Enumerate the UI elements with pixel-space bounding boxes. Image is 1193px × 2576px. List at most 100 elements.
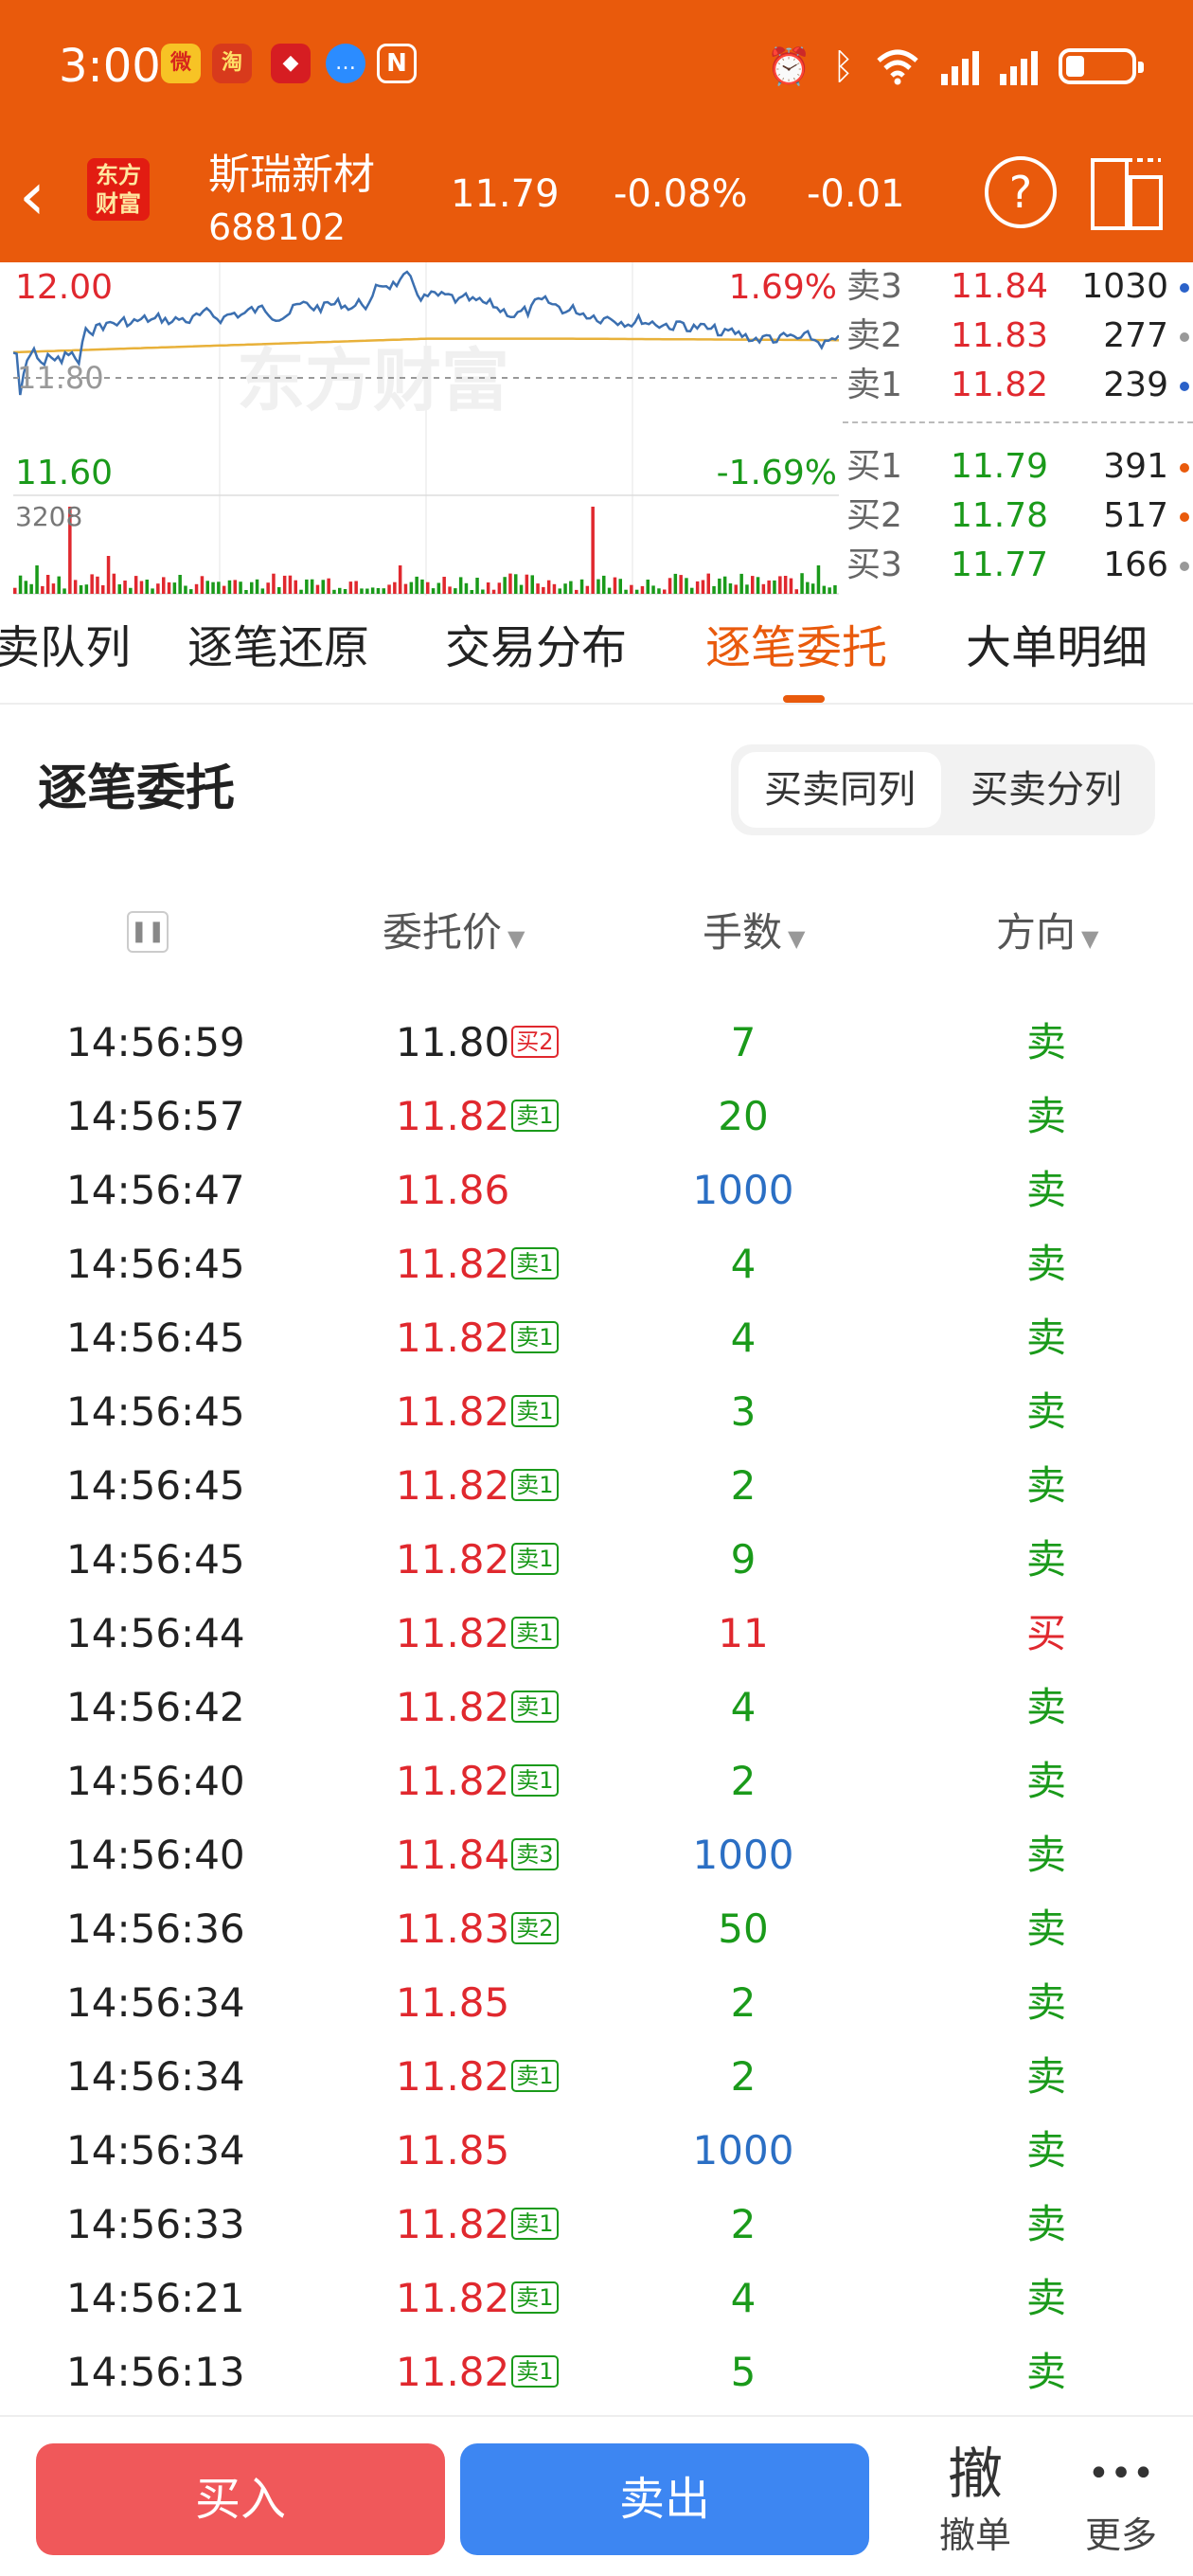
volume-bar	[514, 574, 518, 594]
ask-price: 11.82	[951, 366, 1049, 404]
help-icon[interactable]: ?	[985, 156, 1057, 228]
stock-name: 斯瑞新材	[208, 151, 375, 199]
entrust-price: 11.82 卖1	[396, 1080, 559, 1154]
volume-bar	[756, 577, 760, 594]
back-icon[interactable]: ‹	[19, 158, 76, 234]
entrust-time: 14:56:36	[66, 1905, 245, 1952]
volume-bar	[106, 556, 111, 594]
sort-arrow-icon: ▼	[1081, 925, 1099, 952]
volume-bar	[266, 582, 270, 594]
minute-chart[interactable]: 东方财富 12.00 1.69% 11.80 11.60 -1.69% 3208	[13, 262, 839, 596]
entrust-volume: 11	[718, 1610, 769, 1656]
bid-row-1[interactable]: 买1 11.79 391	[843, 442, 1193, 492]
volume-bar	[591, 507, 595, 594]
bid-row-3[interactable]: 买3 11.77 166	[843, 541, 1193, 590]
intraday-chart[interactable]: 东方财富 12.00 1.69% 11.80 11.60 -1.69% 3208…	[0, 262, 1193, 599]
entrust-row[interactable]: 14:56:42 11.82 卖1 4 卖	[0, 1671, 1193, 1744]
volume-bar	[310, 579, 314, 594]
buy-button[interactable]: 买入	[36, 2443, 445, 2555]
prev-close-label: 11.80	[17, 360, 104, 396]
volume-bar	[673, 573, 678, 594]
more-button[interactable]: ••• 更多	[1064, 2436, 1178, 2559]
volume-bar	[481, 589, 485, 594]
entrust-row[interactable]: 14:56:57 11.82 卖1 20 卖	[0, 1080, 1193, 1154]
entrust-row[interactable]: 14:56:13 11.82 卖1 5 卖	[0, 2335, 1193, 2409]
tab-tick-restore[interactable]: 逐笔还原	[187, 619, 369, 676]
tab-tick-orders[interactable]: 逐笔委托	[705, 619, 887, 676]
volume-bar	[503, 577, 507, 594]
toggle-same-column[interactable]: 买卖同列	[739, 752, 941, 828]
tab-order-queue[interactable]: 买卖队列	[0, 619, 131, 676]
entrust-price-value: 11.82	[396, 1388, 510, 1435]
entrust-row[interactable]: 14:56:45 11.82 卖1 9 卖	[0, 1523, 1193, 1597]
entrust-price: 11.82 卖1	[396, 1597, 559, 1671]
entrust-price-value: 11.82	[396, 1462, 510, 1509]
entrust-list[interactable]: 14:56:59 11.80 买2 7 卖 14:56:57 11.82 卖1 20 卖 14:56…	[0, 1006, 1193, 2409]
entrust-row[interactable]: 14:56:47 11.86 1000 卖	[0, 1154, 1193, 1227]
volume-bar	[184, 585, 187, 594]
entrust-row[interactable]: 14:56:34 11.85 1000 卖	[0, 2114, 1193, 2188]
volume-bar	[722, 576, 727, 594]
entrust-time: 14:56:21	[66, 2275, 245, 2321]
volume-bar	[51, 583, 56, 594]
pause-icon[interactable]: ❚❚	[127, 911, 169, 953]
ask-row-2[interactable]: 卖2 11.83 277	[843, 312, 1193, 361]
sell-button[interactable]: 卖出	[460, 2443, 869, 2555]
toggle-split-column[interactable]: 买卖分列	[945, 752, 1148, 828]
volume-bar	[24, 581, 28, 594]
ask-row-3[interactable]: 卖3 11.84 1030	[843, 262, 1193, 312]
entrust-price: 11.83 卖2	[396, 1892, 559, 1966]
cancel-order-button[interactable]: 撤 撤单	[918, 2436, 1032, 2559]
column-price[interactable]: 委托价 ▼	[383, 900, 525, 972]
entrust-row[interactable]: 14:56:40 11.82 卖1 2 卖	[0, 1744, 1193, 1818]
volume-bar	[491, 589, 496, 594]
entrust-price: 11.82 卖1	[396, 2040, 559, 2114]
tab-large-orders[interactable]: 大单明细	[966, 619, 1148, 676]
volume-bar	[701, 580, 705, 594]
level-tag: 卖1	[511, 1468, 559, 1501]
volume-bar	[123, 581, 127, 594]
entrust-price-value: 11.83	[396, 1905, 510, 1952]
ask-dot	[1180, 382, 1189, 391]
volume-bar	[189, 589, 193, 594]
tab-trade-distribution[interactable]: 交易分布	[445, 619, 627, 676]
entrust-row[interactable]: 14:56:34 11.85 2 卖	[0, 1966, 1193, 2040]
ask-label: 卖1	[846, 366, 902, 404]
bid-row-2[interactable]: 买2 11.78 517	[843, 492, 1193, 541]
entrust-direction: 卖	[1025, 1241, 1066, 1287]
entrust-row[interactable]: 14:56:45 11.82 卖1 4 卖	[0, 1227, 1193, 1301]
entrust-price-value: 11.85	[396, 2127, 510, 2174]
column-direction[interactable]: 方向 ▼	[996, 900, 1098, 972]
entrust-volume: 1000	[692, 2127, 794, 2174]
price-low-label: 11.60	[15, 454, 113, 492]
volume-bar	[602, 575, 606, 594]
volume-bar	[822, 585, 827, 594]
entrust-row[interactable]: 14:56:45 11.82 卖1 3 卖	[0, 1375, 1193, 1449]
entrust-row[interactable]: 14:56:44 11.82 卖1 11 买	[0, 1597, 1193, 1671]
column-volume[interactable]: 手数 ▼	[703, 900, 805, 972]
volume-bar	[167, 581, 171, 594]
volume-bar	[348, 581, 353, 594]
tab-indicator	[783, 695, 825, 703]
entrust-row[interactable]: 14:56:21 11.82 卖1 4 卖	[0, 2262, 1193, 2335]
entrust-row[interactable]: 14:56:45 11.82 卖1 2 卖	[0, 1449, 1193, 1523]
entrust-volume: 2	[730, 2053, 757, 2100]
volume-bar	[685, 578, 688, 594]
entrust-direction: 卖	[1025, 1462, 1066, 1509]
entrust-row[interactable]: 14:56:40 11.84 卖3 1000 卖	[0, 1818, 1193, 1892]
ask-row-1[interactable]: 卖1 11.82 239	[843, 361, 1193, 410]
entrust-row[interactable]: 14:56:33 11.82 卖1 2 卖	[0, 2188, 1193, 2262]
volume-bar	[663, 589, 667, 594]
entrust-row[interactable]: 14:56:45 11.82 卖1 4 卖	[0, 1301, 1193, 1375]
switch-layout-icon[interactable]	[1089, 154, 1165, 234]
entrust-row[interactable]: 14:56:36 11.83 卖2 50 卖	[0, 1892, 1193, 1966]
entrust-row[interactable]: 14:56:34 11.82 卖1 2 卖	[0, 2040, 1193, 2114]
entrust-price-value: 11.82	[396, 2201, 510, 2247]
volume-bar	[767, 580, 771, 594]
entrust-time: 14:56:44	[66, 1610, 245, 1656]
sort-arrow-icon: ▼	[507, 925, 525, 952]
volume-bar	[761, 583, 766, 594]
order-book[interactable]: 卖3 11.84 1030 卖2 11.83 277 卖1 11.82 239 …	[843, 262, 1193, 599]
volume-bar	[618, 579, 622, 594]
entrust-row[interactable]: 14:56:59 11.80 买2 7 卖	[0, 1006, 1193, 1080]
